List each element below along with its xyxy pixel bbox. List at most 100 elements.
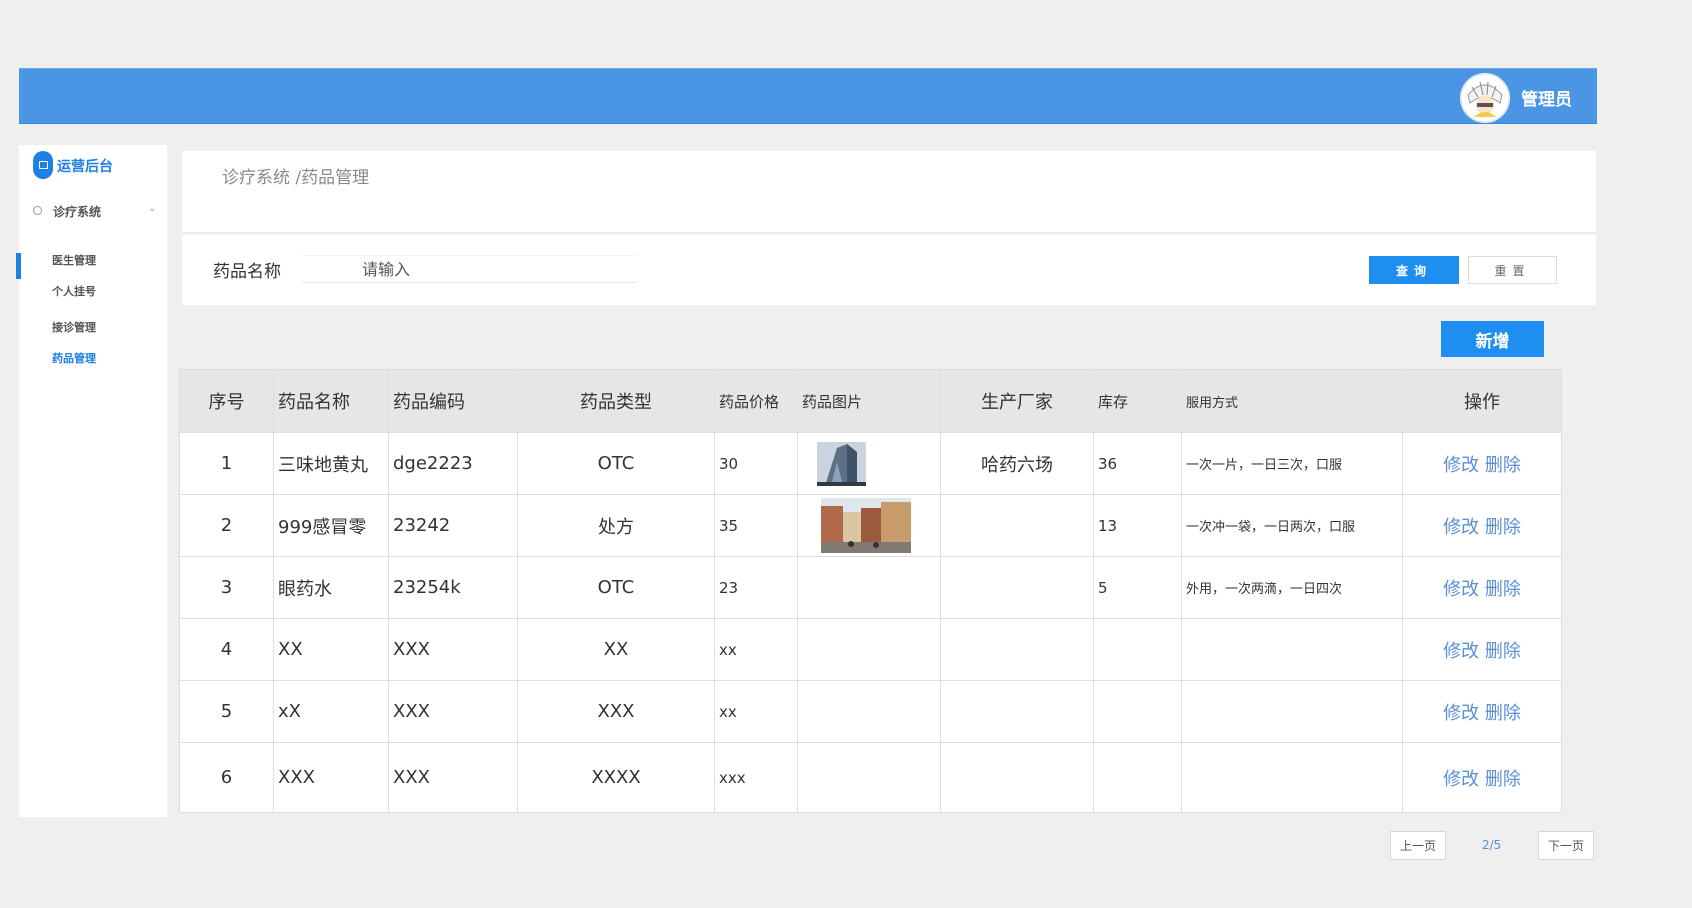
cell-type: 处方: [517, 494, 715, 557]
cell-actions: 修改 删除: [1402, 494, 1562, 557]
cell-code: XXX: [388, 742, 518, 813]
cell-name: 999感冒零: [273, 494, 389, 557]
add-button[interactable]: 新增: [1441, 321, 1544, 357]
cell-image: [797, 680, 941, 743]
brand-label: 运营后台: [57, 159, 113, 175]
cell-no: 2: [179, 494, 274, 557]
cell-actions: 修改 删除: [1402, 742, 1562, 813]
sidebar: 运营后台 诊疗系统 ⌄ 医生管理 个人挂号 接诊管理 药品管理: [16, 145, 167, 817]
cell-name: XX: [273, 618, 389, 681]
cell-usage: 一次冲一袋，一日两次，口服: [1181, 494, 1403, 557]
top-header: 管理员: [19, 68, 1597, 124]
edit-link[interactable]: 修改: [1443, 455, 1479, 476]
breadcrumb-card: 诊疗系统 /药品管理: [182, 151, 1596, 233]
cell-actions: 修改 删除: [1402, 556, 1562, 619]
cell-usage: [1181, 680, 1403, 743]
cell-stock: [1093, 742, 1182, 813]
cell-stock: 5: [1093, 556, 1182, 619]
cell-no: 4: [179, 618, 274, 681]
delete-link[interactable]: 删除: [1485, 769, 1521, 790]
edit-link[interactable]: 修改: [1443, 641, 1479, 662]
cell-actions: 修改 删除: [1402, 680, 1562, 743]
cell-maker: 哈药六场: [940, 432, 1094, 495]
cell-usage: [1181, 742, 1403, 813]
next-page-button[interactable]: 下一页: [1538, 831, 1594, 860]
cell-no: 6: [179, 742, 274, 813]
cell-stock: [1093, 680, 1182, 743]
edit-link[interactable]: 修改: [1443, 517, 1479, 538]
cell-maker: [940, 742, 1094, 813]
medicine-thumbnail-street[interactable]: [821, 498, 911, 553]
col-header-name: 药品名称: [273, 369, 389, 433]
cell-actions: 修改 删除: [1402, 432, 1562, 495]
cell-usage: [1181, 618, 1403, 681]
delete-link[interactable]: 删除: [1485, 517, 1521, 538]
menu-group-icon: [33, 206, 42, 215]
delete-link[interactable]: 删除: [1485, 579, 1521, 600]
cell-code: dge2223: [388, 432, 518, 495]
col-header-maker: 生产厂家: [940, 369, 1094, 433]
query-button[interactable]: 查询: [1369, 256, 1459, 284]
cell-type: XXXX: [517, 742, 715, 813]
active-indicator: [16, 253, 21, 279]
cell-price: 30: [714, 432, 798, 495]
edit-link[interactable]: 修改: [1443, 579, 1479, 600]
sidebar-item-medicine[interactable]: 药品管理: [52, 350, 96, 366]
cell-image: [797, 494, 941, 557]
medicine-thumbnail-building[interactable]: [817, 441, 866, 486]
cell-price: 23: [714, 556, 798, 619]
table-header-row: 序号 药品名称 药品编码 药品类型 药品价格 药品图片 生产厂家 库存 服用方式…: [179, 369, 1562, 433]
col-header-code: 药品编码: [388, 369, 518, 433]
cell-no: 3: [179, 556, 274, 619]
cell-code: 23254k: [388, 556, 518, 619]
chevron-down-icon[interactable]: ⌄: [148, 203, 156, 214]
cell-no: 1: [179, 432, 274, 495]
cell-name: XXX: [273, 742, 389, 813]
cell-price: xx: [714, 618, 798, 681]
cell-type: OTC: [517, 556, 715, 619]
cell-code: 23242: [388, 494, 518, 557]
cell-maker: [940, 556, 1094, 619]
prev-page-button[interactable]: 上一页: [1390, 831, 1446, 860]
cell-name: 眼药水: [273, 556, 389, 619]
delete-link[interactable]: 删除: [1485, 641, 1521, 662]
cell-type: XX: [517, 618, 715, 681]
breadcrumb: 诊疗系统 /药品管理: [222, 168, 370, 188]
delete-link[interactable]: 删除: [1485, 455, 1521, 476]
sidebar-group-diagnosis[interactable]: 诊疗系统: [53, 203, 101, 220]
sidebar-item-registration[interactable]: 个人挂号: [52, 283, 96, 299]
admin-avatar[interactable]: [1460, 73, 1510, 123]
edit-link[interactable]: 修改: [1443, 703, 1479, 724]
edit-link[interactable]: 修改: [1443, 769, 1479, 790]
cell-type: OTC: [517, 432, 715, 495]
table-row: 5 xX XXX XXX xx 修改 删除: [179, 680, 1562, 743]
reset-button[interactable]: 重置: [1468, 256, 1557, 284]
col-header-stock: 库存: [1093, 369, 1182, 433]
col-header-no: 序号: [179, 369, 274, 433]
sidebar-item-doctors[interactable]: 医生管理: [52, 252, 96, 268]
cell-name: xX: [273, 680, 389, 743]
cell-usage: 外用，一次两滴，一日四次: [1181, 556, 1403, 619]
cell-name: 三味地黄丸: [273, 432, 389, 495]
cell-stock: 36: [1093, 432, 1182, 495]
cell-maker: [940, 680, 1094, 743]
medicine-name-input[interactable]: [302, 255, 636, 283]
col-header-price: 药品价格: [714, 369, 798, 433]
cell-price: xx: [714, 680, 798, 743]
sidebar-item-reception[interactable]: 接诊管理: [52, 319, 96, 335]
table-row: 1 三味地黄丸 dge2223 OTC 30 哈药六场 36 一次一片，一日三次…: [179, 432, 1562, 495]
cell-image: [797, 556, 941, 619]
cell-code: XXX: [388, 680, 518, 743]
medicine-table: 序号 药品名称 药品编码 药品类型 药品价格 药品图片 生产厂家 库存 服用方式…: [179, 369, 1562, 813]
cell-price: 35: [714, 494, 798, 557]
table-row: 2 999感冒零 23242 处方 35 13 一次冲一袋，一日两次，口服 修改…: [179, 494, 1562, 557]
delete-link[interactable]: 删除: [1485, 703, 1521, 724]
col-header-usage: 服用方式: [1181, 369, 1403, 433]
admin-name[interactable]: 管理员: [1521, 85, 1572, 110]
col-header-actions: 操作: [1402, 369, 1562, 433]
cell-maker: [940, 494, 1094, 557]
cell-price: xxx: [714, 742, 798, 813]
table-row: 4 XX XXX XX xx 修改 删除: [179, 618, 1562, 681]
table-row: 6 XXX XXX XXXX xxx 修改 删除: [179, 742, 1562, 813]
col-header-image: 药品图片: [797, 369, 941, 433]
